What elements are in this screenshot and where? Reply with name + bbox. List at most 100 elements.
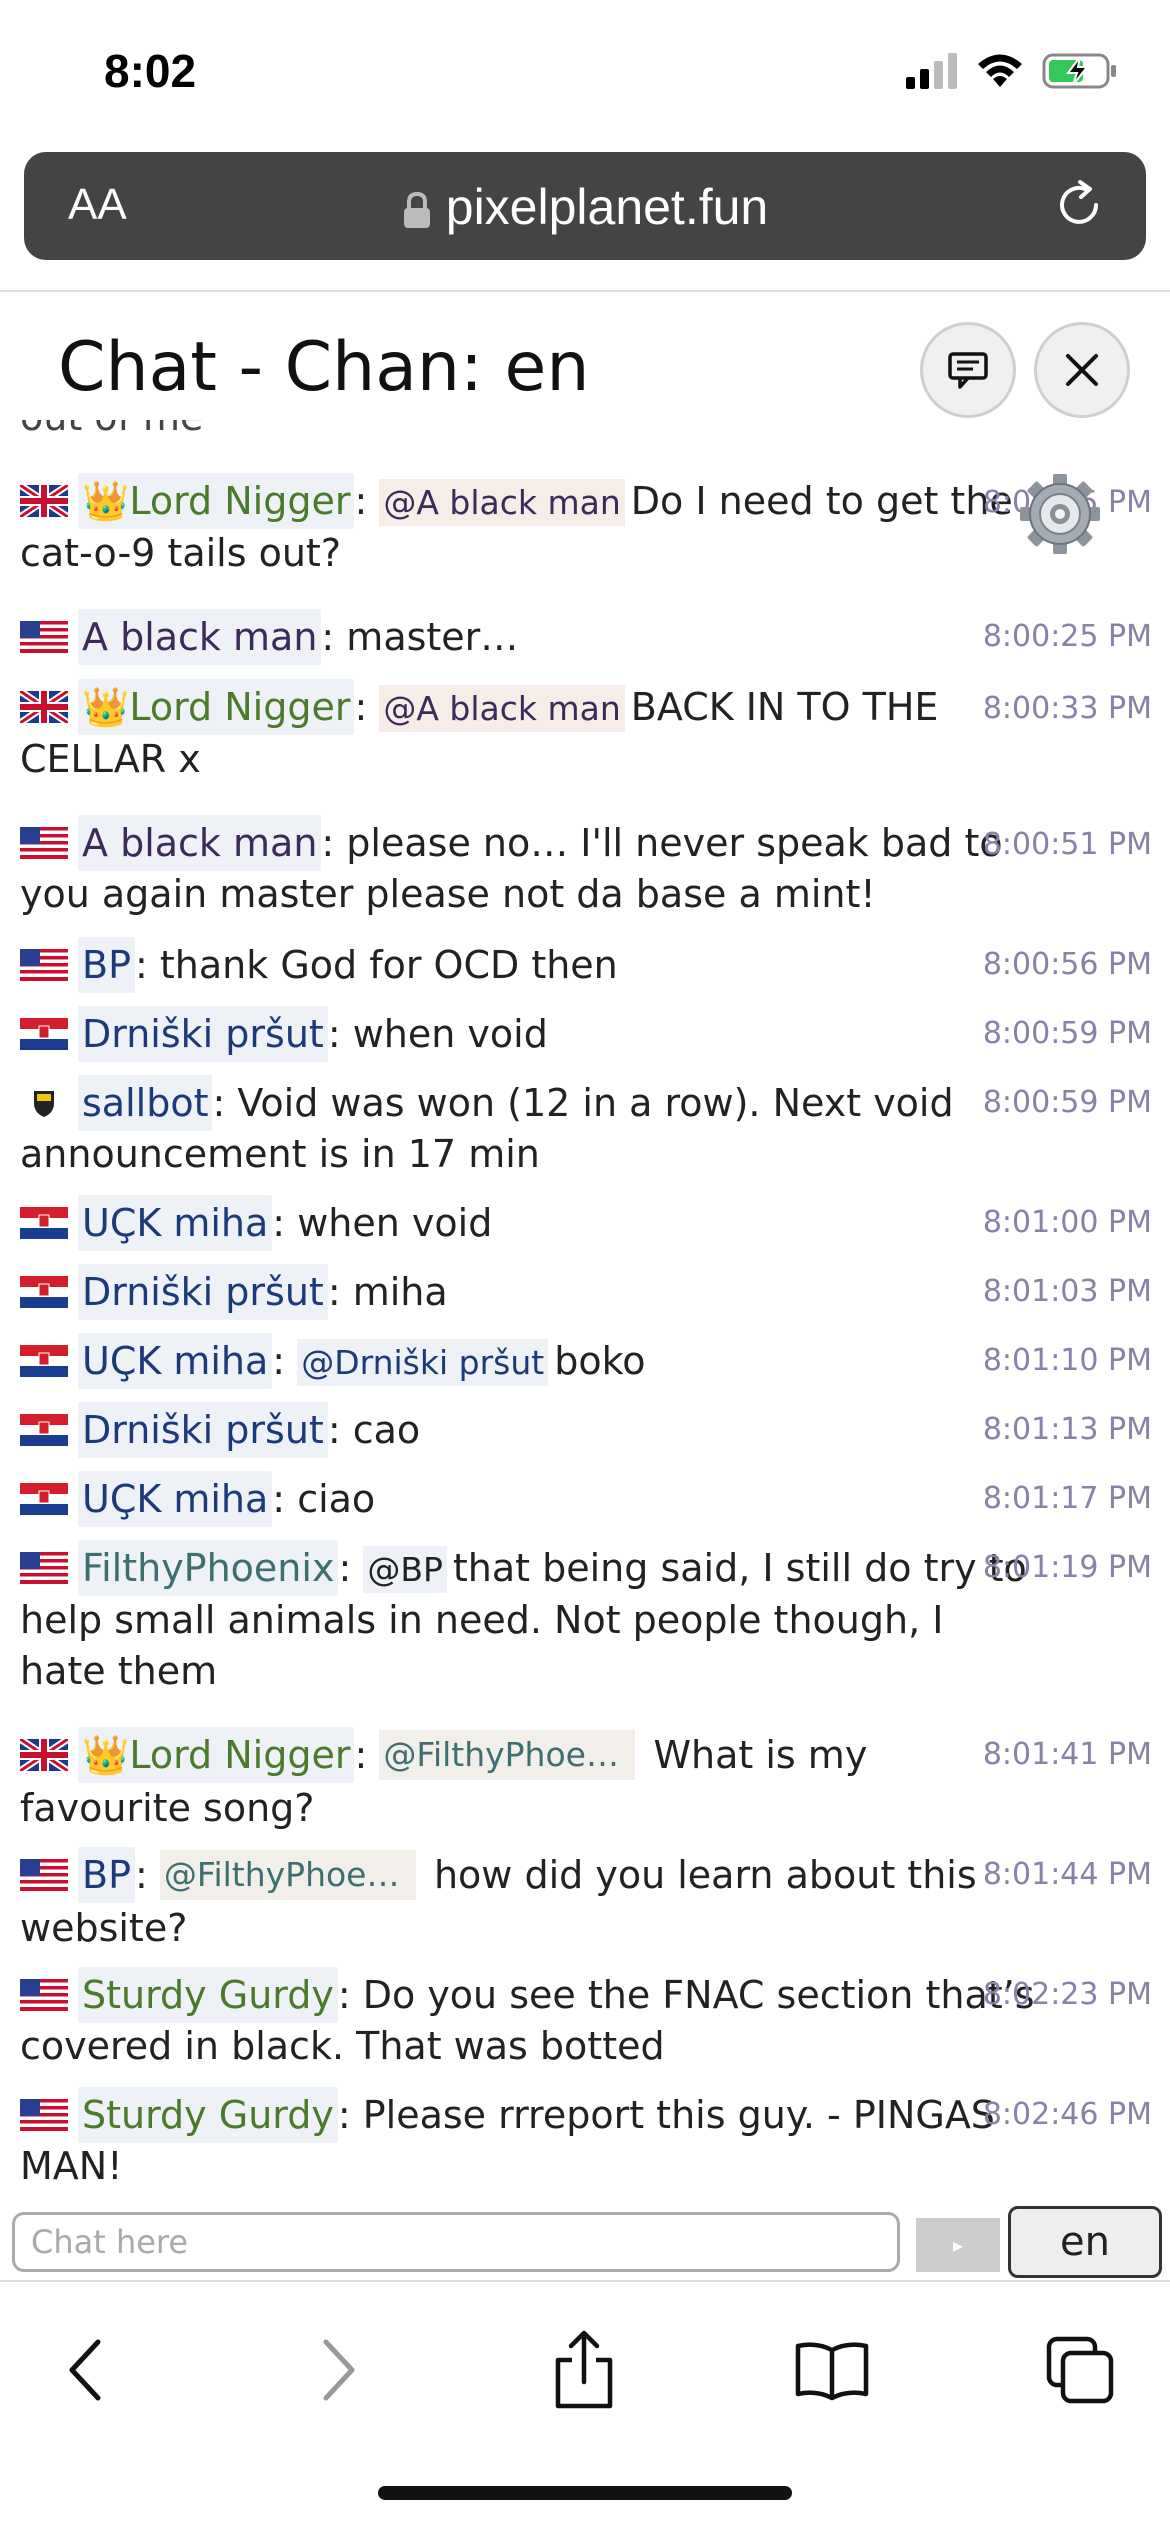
- share-button[interactable]: [534, 2320, 634, 2420]
- chat-username[interactable]: 👑Lord Nigger: [78, 679, 355, 735]
- tabs-icon: [1046, 2336, 1114, 2404]
- message-timestamp: 8:00:33 PM: [982, 691, 1152, 726]
- message-timestamp: 8:01:00 PM: [982, 1205, 1152, 1240]
- divider: [0, 290, 1170, 292]
- chat-message: UÇK miha: ciao: [20, 1471, 1040, 1527]
- lock-icon: [403, 191, 430, 228]
- send-button[interactable]: ▸: [916, 2218, 1000, 2272]
- battery-charging-icon: [1042, 53, 1116, 89]
- message-timestamp: 8:01:44 PM: [982, 1857, 1152, 1892]
- chat-username[interactable]: A black man: [78, 609, 322, 665]
- flag-hr-icon: [20, 1275, 68, 1308]
- mention-tag[interactable]: @BP: [363, 1546, 447, 1593]
- message-timestamp: 8:02:23 PM: [982, 1977, 1152, 2012]
- channel-select-button[interactable]: en: [1008, 2206, 1162, 2278]
- chat-username[interactable]: 👑Lord Nigger: [78, 1727, 355, 1783]
- message-text: when void: [352, 1012, 548, 1056]
- message-text: ciao: [297, 1477, 376, 1521]
- mention-tag[interactable]: @Drniški pršut: [297, 1339, 549, 1386]
- chat-message: FilthyPhoenix: @BP that being said, I sti…: [20, 1540, 1040, 1697]
- message-text: master…: [346, 615, 519, 659]
- flag-us-icon: [20, 2098, 68, 2131]
- username-text: Lord Nigger: [129, 479, 351, 523]
- flag-hr-icon: [20, 1344, 68, 1377]
- message-text: miha: [352, 1270, 448, 1314]
- chat-username[interactable]: Drniški pršut: [78, 1402, 328, 1458]
- url-field[interactable]: pixelplanet.fun: [24, 178, 1146, 236]
- chat-partial-line: out of me: [20, 420, 1040, 443]
- message-timestamp: 8:00:51 PM: [982, 827, 1152, 862]
- chat-username[interactable]: BP: [78, 1847, 135, 1903]
- flag-gb-icon: [20, 484, 68, 517]
- chat-message: Drniški pršut: when void: [20, 1006, 1040, 1062]
- chat-username[interactable]: FilthyPhoenix: [78, 1540, 339, 1596]
- chat-username[interactable]: UÇK miha: [78, 1471, 273, 1527]
- flag-hr-icon: [20, 1206, 68, 1239]
- chat-message: 👑Lord Nigger: @A black man BACK IN TO THE…: [20, 679, 1040, 785]
- chat-message: 👑Lord Nigger: @FilthyPhoenix What is my …: [20, 1727, 1040, 1834]
- status-icons: [906, 52, 1118, 90]
- mention-tag[interactable]: @FilthyPhoenix: [379, 1729, 636, 1780]
- crown-icon: 👑: [82, 479, 130, 523]
- chat-username[interactable]: UÇK miha: [78, 1195, 273, 1251]
- chat-message: 👑Lord Nigger: @A black man Do I need to g…: [20, 473, 1040, 579]
- book-icon: [795, 2342, 869, 2401]
- flag-us-icon: [20, 826, 68, 859]
- message-timestamp: 8:01:19 PM: [982, 1550, 1152, 1585]
- username-text: Lord Nigger: [129, 685, 351, 729]
- message-text: when void: [297, 1201, 493, 1245]
- flag-us-icon: [20, 948, 68, 981]
- chat-input-row: ▸ en: [0, 2200, 1170, 2280]
- chat-popout-button[interactable]: [920, 322, 1016, 418]
- flag-gb-icon: [20, 690, 68, 723]
- message-timestamp: 8:00:59 PM: [982, 1085, 1152, 1120]
- flag-us-icon: [20, 1551, 68, 1584]
- message-timestamp: 8:02:46 PM: [982, 2097, 1152, 2132]
- chat-username[interactable]: A black man: [78, 815, 322, 871]
- message-timestamp: 8:01:13 PM: [982, 1412, 1152, 1447]
- crown-icon: 👑: [82, 1733, 130, 1777]
- reload-icon[interactable]: [1052, 178, 1106, 232]
- chat-message: BP: @FilthyPhoenix how did you learn abo…: [20, 1847, 1040, 1954]
- chevron-right-icon: [323, 2339, 355, 2401]
- chat-username[interactable]: Sturdy Gurdy: [78, 2087, 338, 2143]
- flag-hr-icon: [20, 1017, 68, 1050]
- gear-icon[interactable]: [1018, 472, 1102, 556]
- chat-message: A black man: please no… I'll never speak…: [20, 815, 1040, 920]
- chat-username[interactable]: Drniški pršut: [78, 1006, 328, 1062]
- bookmarks-button[interactable]: [782, 2320, 882, 2420]
- chat-username[interactable]: sallbot: [78, 1075, 213, 1131]
- home-indicator: [378, 2486, 792, 2500]
- chat-message: A black man: master…: [20, 609, 1040, 665]
- chat-username[interactable]: Drniški pršut: [78, 1264, 328, 1320]
- browser-address-bar[interactable]: AA pixelplanet.fun: [24, 152, 1146, 260]
- message-timestamp: 8:00:59 PM: [982, 1016, 1152, 1051]
- forward-button[interactable]: [288, 2320, 388, 2420]
- url-text: pixelplanet.fun: [445, 179, 769, 235]
- mention-tag[interactable]: @FilthyPhoenix: [159, 1849, 416, 1900]
- close-chat-button[interactable]: [1034, 322, 1130, 418]
- chat-message-list[interactable]: out of me 👑Lord Nigger: @A black manDo I…: [0, 420, 1170, 2198]
- flag-hr-icon: [20, 1413, 68, 1446]
- back-button[interactable]: [36, 2320, 136, 2420]
- flag-us-icon: [20, 1978, 68, 2011]
- chat-username[interactable]: BP: [78, 937, 135, 993]
- chat-username[interactable]: UÇK miha: [78, 1333, 273, 1389]
- mention-tag[interactable]: @A black man: [379, 479, 625, 526]
- chat-username[interactable]: Sturdy Gurdy: [78, 1967, 338, 2023]
- chat-input[interactable]: [12, 2212, 900, 2272]
- crown-icon: 👑: [82, 685, 130, 729]
- close-icon: [1066, 354, 1098, 386]
- message-timestamp: 8:01:41 PM: [982, 1737, 1152, 1772]
- mention-tag[interactable]: @A black man: [379, 685, 625, 732]
- chat-bubble-icon: [948, 352, 988, 389]
- message-text: boko: [554, 1339, 646, 1383]
- chevron-left-icon: [69, 2339, 101, 2401]
- chat-title: Chat - Chan: en: [58, 328, 590, 407]
- chat-username[interactable]: 👑Lord Nigger: [78, 473, 355, 529]
- message-text: cao: [352, 1408, 421, 1452]
- chat-message: Sturdy Gurdy: Do you see the FNAC sectio…: [20, 1967, 1040, 2072]
- chat-message: Drniški pršut: cao: [20, 1402, 1040, 1458]
- flag-us-icon: [20, 620, 68, 653]
- tabs-button[interactable]: [1030, 2320, 1130, 2420]
